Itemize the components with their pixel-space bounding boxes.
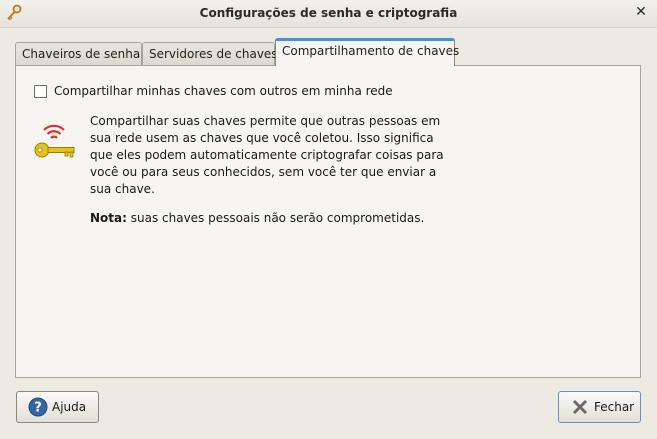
title-bar: Configurações de senha e criptografia ✕ [0, 0, 657, 28]
tab-password-keyrings[interactable]: Chaveiros de senha [15, 42, 142, 66]
key-broadcast-icon [34, 124, 75, 158]
help-icon: ? [28, 397, 48, 417]
sharing-note: Nota: suas chaves pessoais não serão com… [90, 210, 424, 227]
close-icon[interactable]: ✕ [634, 5, 648, 19]
window-title: Configurações de senha e criptografia [199, 6, 458, 20]
close-x-icon [572, 399, 588, 415]
tab-key-sharing[interactable]: Compartilhamento de chaves [275, 38, 459, 66]
share-keys-option[interactable]: Compartilhar minhas chaves com outros em… [34, 84, 393, 98]
sharing-description: Compartilhar suas chaves permite que out… [90, 114, 444, 196]
close-button[interactable]: Fechar [558, 391, 641, 423]
help-button[interactable]: ? Ajuda [16, 391, 99, 423]
svg-text:?: ? [34, 401, 42, 416]
close-label: Fechar [594, 400, 635, 414]
key-sharing-panel: Compartilhar minhas chaves com outros em… [15, 65, 641, 378]
share-keys-checkbox[interactable] [34, 84, 47, 98]
share-keys-label[interactable]: Compartilhar minhas chaves com outros em… [54, 84, 393, 98]
note-label: Nota: [90, 211, 127, 225]
help-label: Ajuda [52, 400, 87, 414]
tab-key-servers[interactable]: Servidores de chaves [142, 42, 278, 66]
note-text: suas chaves pessoais não serão compromet… [126, 211, 425, 225]
